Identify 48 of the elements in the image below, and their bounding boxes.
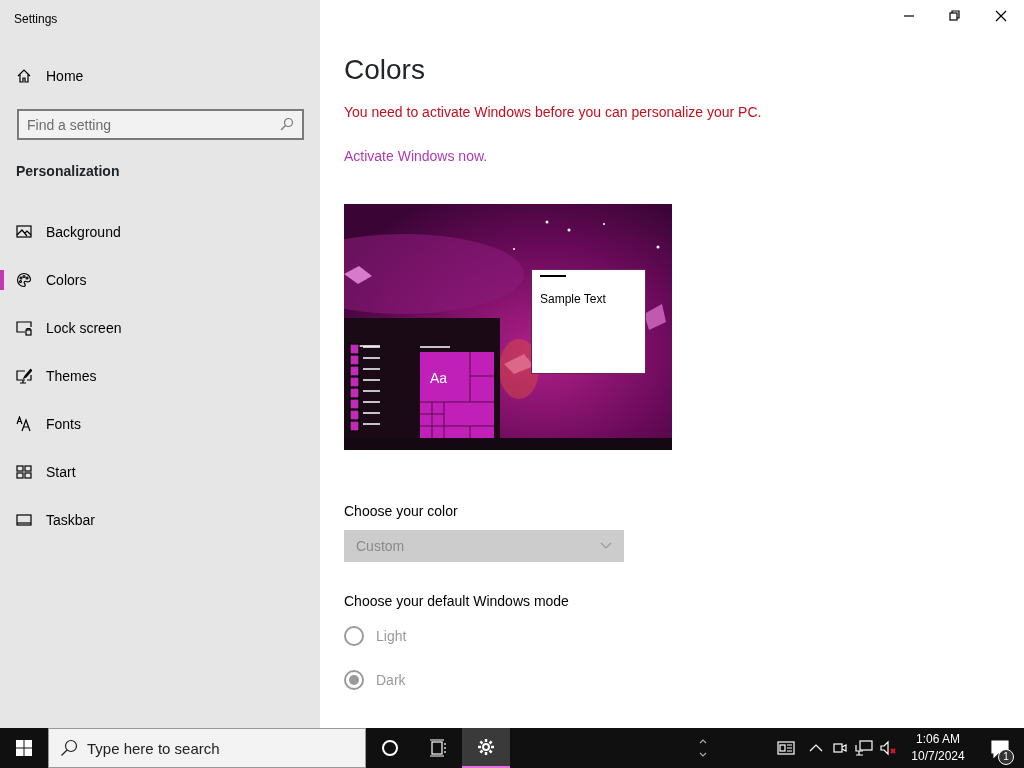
gear-icon: [477, 738, 495, 756]
search-icon: [60, 739, 78, 757]
tile-label: Aa: [430, 369, 448, 388]
notifications-button[interactable]: 1: [976, 728, 1024, 768]
taskbar-icon: [16, 512, 32, 528]
home-link[interactable]: Home: [46, 65, 84, 87]
start-icon: [16, 464, 32, 480]
palette-icon: [16, 272, 32, 288]
task-view-icon: [429, 739, 447, 757]
home-icon: [16, 68, 32, 84]
picture-icon: [16, 224, 32, 240]
radio-label: Dark: [376, 670, 406, 690]
sidebar-item[interactable]: Background: [0, 220, 320, 244]
sidebar-item[interactable]: Themes: [0, 364, 320, 388]
search-icon: [280, 117, 294, 131]
taskbar-search-field[interactable]: Type here to search: [48, 728, 366, 768]
chevron-down-icon: [699, 752, 707, 757]
section-heading: Personalization: [15, 162, 121, 181]
sidebar-item[interactable]: Start: [0, 460, 320, 484]
clock-button[interactable]: 1:06 AM 10/7/2024: [900, 728, 976, 768]
activation-warning: You need to activate Windows before you can personalize your PC.: [344, 103, 762, 122]
news-icon: [777, 739, 795, 757]
restore-icon: [949, 10, 961, 22]
chevron-icon: [600, 542, 612, 550]
sidebar-item[interactable]: Colors: [0, 268, 320, 292]
windows-logo-icon: [16, 740, 32, 756]
muted-speaker-icon: [879, 739, 897, 757]
themes-icon: [16, 368, 32, 384]
activate-link[interactable]: Activate Windows now.: [344, 146, 488, 166]
chevron-up-icon: [699, 739, 707, 744]
sample-text: Sample Text: [540, 291, 606, 308]
lock-screen-icon: [16, 320, 32, 336]
sidebar-item[interactable]: Lock screen: [0, 316, 320, 340]
window-title: Settings: [13, 11, 59, 28]
monitor-icon: [855, 739, 873, 757]
page-title: Colors: [344, 53, 425, 87]
sidebar-item[interactable]: Taskbar: [0, 508, 320, 532]
circle-icon: [381, 739, 399, 757]
sidebar-item[interactable]: Fonts: [0, 412, 320, 436]
search-field[interactable]: Find a setting: [17, 109, 304, 140]
notification-count: 1: [998, 749, 1014, 765]
color-label: Choose your color: [344, 502, 458, 521]
radio-label: Light: [376, 626, 407, 646]
fonts-icon: [16, 416, 32, 432]
message-icon: [991, 739, 1009, 758]
close-icon: [995, 10, 1007, 22]
settings-app-button[interactable]: [462, 728, 510, 768]
mode-label: Choose your default Windows mode: [344, 592, 569, 611]
